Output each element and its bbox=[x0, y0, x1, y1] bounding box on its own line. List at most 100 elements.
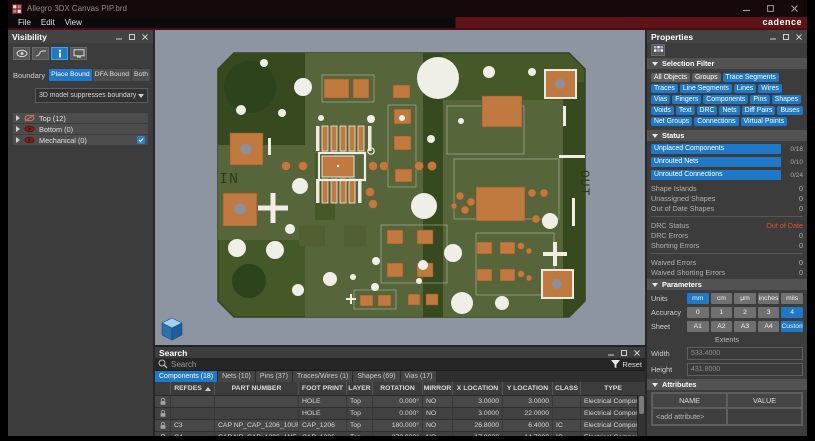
height-field[interactable]: 431.8000 bbox=[687, 363, 803, 376]
panel-float-icon[interactable] bbox=[620, 349, 628, 357]
column-header[interactable]: MIRROR bbox=[423, 382, 453, 395]
column-header[interactable]: LAYER bbox=[347, 382, 373, 395]
param-option[interactable]: cm bbox=[711, 293, 733, 304]
panel-close-icon[interactable] bbox=[795, 33, 803, 41]
column-header[interactable]: Y LOCATION bbox=[503, 382, 553, 395]
filter-chip[interactable]: Buses bbox=[777, 106, 802, 115]
status-progress-bar[interactable]: Unplaced Components bbox=[651, 144, 781, 154]
expand-icon[interactable] bbox=[16, 115, 20, 121]
info-icon[interactable] bbox=[51, 47, 68, 60]
panel-float-icon[interactable] bbox=[782, 33, 790, 41]
layer-row[interactable]: Top (12) bbox=[13, 113, 148, 123]
param-option[interactable]: inches bbox=[758, 293, 780, 304]
panel-minimize-icon[interactable] bbox=[115, 33, 123, 41]
status-progress-bar[interactable]: Unrouted Connections bbox=[651, 170, 781, 180]
filter-chip[interactable]: Wires bbox=[758, 84, 782, 93]
param-option[interactable]: μm bbox=[734, 293, 756, 304]
filter-chip[interactable]: Nets bbox=[719, 106, 739, 115]
menu-file[interactable]: File bbox=[18, 18, 31, 27]
filter-chip[interactable]: Trace Segments bbox=[723, 73, 779, 82]
section-attributes[interactable]: Attributes bbox=[647, 379, 807, 390]
column-header[interactable]: X LOCATION bbox=[453, 382, 503, 395]
filter-chip[interactable]: All Objects bbox=[651, 73, 690, 82]
param-option[interactable]: 1 bbox=[711, 307, 733, 318]
param-option[interactable]: 2 bbox=[734, 307, 756, 318]
table-row[interactable]: HOLETop0.000°NO3.00003.0000Electrical Co… bbox=[155, 396, 645, 408]
grid-scrollbar-thumb[interactable] bbox=[639, 396, 644, 414]
column-header[interactable]: ROTATION bbox=[373, 382, 423, 395]
add-attribute-cell[interactable]: <add attribute> bbox=[652, 408, 727, 425]
param-option[interactable]: A3 bbox=[734, 321, 756, 332]
maximize-button[interactable] bbox=[765, 4, 775, 13]
param-option[interactable]: A2 bbox=[711, 321, 733, 332]
search-tab[interactable]: Traces/Wires (1) bbox=[293, 371, 353, 382]
filter-chip[interactable]: Connections bbox=[694, 117, 738, 126]
layer-visibility-toggle[interactable] bbox=[24, 125, 35, 133]
layer-row[interactable]: Mechanical (0) bbox=[13, 135, 148, 145]
panel-minimize-icon[interactable] bbox=[607, 349, 615, 357]
param-option[interactable]: 4 bbox=[781, 307, 803, 318]
param-option[interactable]: 0 bbox=[687, 307, 709, 318]
filter-chip[interactable]: Line Segments bbox=[680, 84, 732, 93]
boundary-option[interactable]: Both bbox=[132, 68, 151, 82]
param-option[interactable]: mm bbox=[687, 293, 709, 304]
boundary-option[interactable]: Place Bound bbox=[48, 68, 93, 82]
table-row[interactable]: HOLETop0.000°NO3.000022.0000Electrical C… bbox=[155, 408, 645, 420]
filter-chip[interactable]: Groups bbox=[692, 73, 721, 82]
menu-view[interactable]: View bbox=[65, 18, 82, 27]
table-row[interactable]: C4CAP NP_CAP_1206_1NFCAP_1206Top270.000°… bbox=[155, 432, 645, 436]
param-option[interactable]: A1 bbox=[687, 321, 709, 332]
param-option[interactable]: mils bbox=[781, 293, 803, 304]
table-row[interactable]: C3CAP NP_CAP_1206_10UFCAP_1206Top180.000… bbox=[155, 420, 645, 432]
expand-icon[interactable] bbox=[16, 126, 20, 132]
filter-chip[interactable]: Voids bbox=[651, 106, 674, 115]
search-tab[interactable]: Components (18) bbox=[155, 371, 218, 382]
pcb-3d-canvas[interactable]: IN OUT bbox=[155, 30, 645, 345]
column-header[interactable]: REFDES bbox=[171, 382, 215, 395]
reset-button[interactable]: Reset bbox=[611, 360, 642, 369]
filter-chip[interactable]: Diff Pairs bbox=[742, 106, 776, 115]
width-field[interactable]: 533.4000 bbox=[687, 347, 803, 360]
layer-visibility-toggle[interactable] bbox=[24, 136, 35, 144]
panel-close-icon[interactable] bbox=[633, 349, 641, 357]
boundary-option[interactable]: DFA Bound bbox=[93, 68, 132, 82]
section-parameters[interactable]: Parameters bbox=[647, 279, 807, 290]
search-tab[interactable]: Nets (10) bbox=[218, 371, 256, 382]
search-tab[interactable]: Pins (37) bbox=[256, 371, 293, 382]
column-header[interactable]: FOOT PRINT bbox=[299, 382, 347, 395]
filter-chip[interactable]: Pins bbox=[750, 95, 769, 104]
search-tab[interactable]: Shapes (69) bbox=[353, 371, 400, 382]
filter-chip[interactable]: Virtual Points bbox=[741, 117, 787, 126]
monitor-icon[interactable] bbox=[70, 47, 87, 60]
boundary-shape-dropdown[interactable]: 3D model suppresses boundary shape bbox=[35, 88, 148, 103]
filter-chip[interactable]: Net Groups bbox=[651, 117, 692, 126]
filter-chip[interactable]: Lines bbox=[734, 84, 756, 93]
search-input[interactable] bbox=[168, 359, 611, 370]
filter-chip[interactable]: DRC bbox=[697, 106, 718, 115]
filter-chip[interactable]: Fingers bbox=[672, 95, 701, 104]
filter-chip[interactable]: Vias bbox=[651, 95, 670, 104]
filter-chip[interactable]: Components bbox=[703, 95, 748, 104]
param-option[interactable]: 3 bbox=[758, 307, 780, 318]
expand-icon[interactable] bbox=[16, 137, 20, 143]
minimize-button[interactable] bbox=[741, 4, 751, 13]
layer-visibility-toggle[interactable] bbox=[24, 114, 35, 122]
section-status[interactable]: Status bbox=[647, 130, 807, 141]
layer-checkbox[interactable] bbox=[137, 136, 145, 144]
panel-minimize-icon[interactable] bbox=[769, 33, 777, 41]
waveform-icon[interactable] bbox=[32, 47, 49, 60]
filter-chip[interactable]: Text bbox=[676, 106, 695, 115]
column-header[interactable]: PART NUMBER bbox=[215, 382, 299, 395]
column-header[interactable]: CLASS bbox=[553, 382, 581, 395]
panel-close-icon[interactable] bbox=[141, 33, 149, 41]
close-button[interactable] bbox=[789, 4, 799, 13]
param-option[interactable]: A4 bbox=[758, 321, 780, 332]
section-selection-filter[interactable]: Selection Filter bbox=[647, 58, 807, 69]
search-tab[interactable]: Vias (17) bbox=[401, 371, 438, 382]
filter-chip[interactable]: Traces bbox=[651, 84, 678, 93]
column-header[interactable]: TYPE bbox=[581, 382, 645, 395]
layer-row[interactable]: Bottom (0) bbox=[13, 124, 148, 134]
filter-chip[interactable]: Shapes bbox=[772, 95, 801, 104]
panel-float-icon[interactable] bbox=[128, 33, 136, 41]
eye-icon[interactable] bbox=[13, 47, 30, 60]
